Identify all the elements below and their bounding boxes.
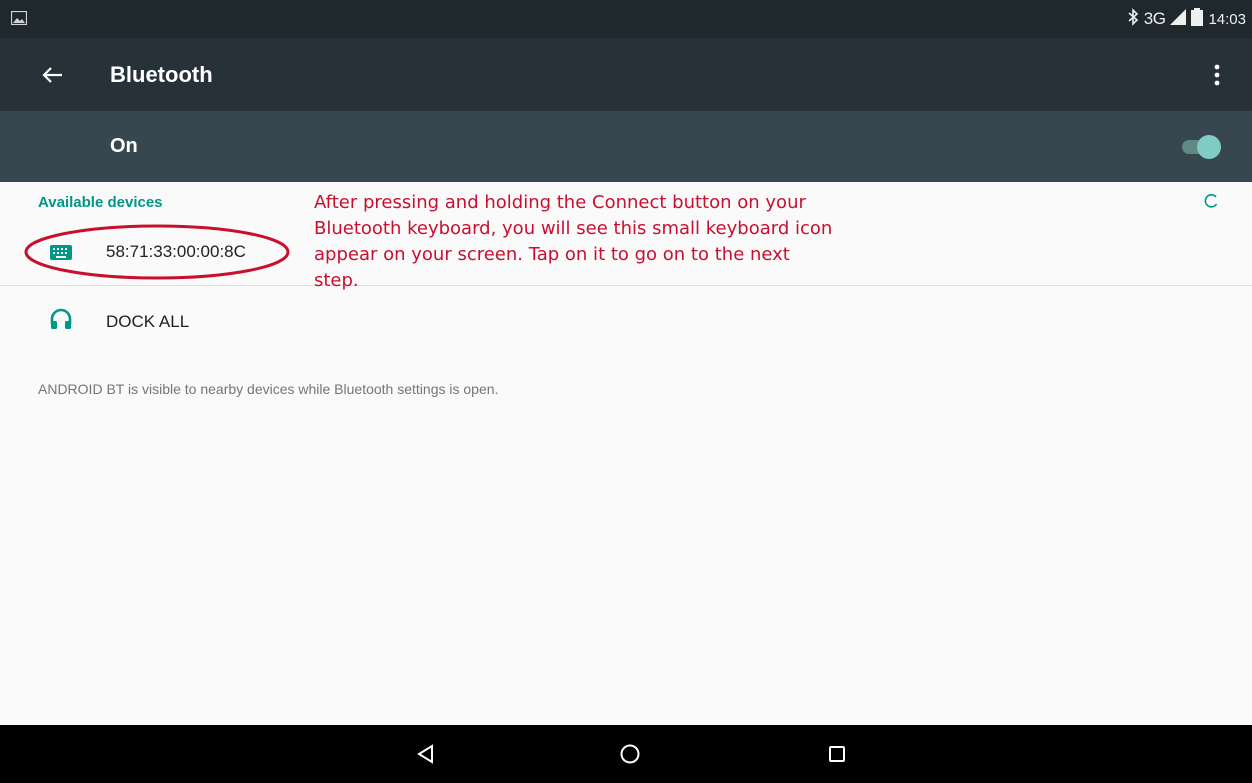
visibility-note: ANDROID BT is visible to nearby devices … bbox=[38, 381, 499, 397]
annotation-ellipse bbox=[22, 222, 292, 282]
switch-label: On bbox=[110, 135, 138, 157]
clock: 14:03 bbox=[1208, 10, 1246, 28]
toolbar: Bluetooth bbox=[0, 38, 1252, 111]
arrow-back-icon bbox=[36, 67, 70, 96]
progress-spinner-icon bbox=[1202, 192, 1220, 210]
nav-home-icon bbox=[617, 744, 643, 771]
cell-signal-icon bbox=[1170, 8, 1187, 30]
nav-recents-icon bbox=[824, 746, 850, 771]
status-bar: 3G 14:03 bbox=[0, 0, 1252, 38]
nav-back-button[interactable] bbox=[413, 741, 439, 767]
bluetooth-toggle[interactable] bbox=[1178, 133, 1224, 161]
network-type: 3G bbox=[1143, 9, 1166, 28]
device-name: DOCK ALL bbox=[106, 312, 190, 331]
toggle-thumb bbox=[1197, 135, 1221, 159]
nav-back-icon bbox=[413, 744, 439, 771]
battery-icon bbox=[1191, 7, 1204, 31]
nav-recents-button[interactable] bbox=[824, 741, 850, 767]
back-button[interactable] bbox=[36, 58, 70, 92]
navigation-bar bbox=[0, 725, 1252, 783]
more-vert-icon bbox=[1202, 64, 1232, 94]
bluetooth-icon bbox=[1127, 7, 1139, 31]
screenshot-notification-icon bbox=[10, 10, 28, 30]
nav-home-button[interactable] bbox=[617, 741, 643, 767]
bluetooth-master-switch-bar[interactable]: On bbox=[0, 111, 1252, 182]
available-devices-header: Available devices bbox=[38, 194, 163, 211]
device-row-headset[interactable]: DOCK ALL bbox=[0, 296, 1252, 348]
status-icons: 3G 14:03 bbox=[1127, 0, 1246, 38]
annotation-text: After pressing and holding the Connect b… bbox=[314, 192, 833, 291]
page-title: Bluetooth bbox=[110, 62, 213, 87]
headset-icon bbox=[48, 306, 74, 332]
overflow-menu-button[interactable] bbox=[1202, 60, 1232, 90]
